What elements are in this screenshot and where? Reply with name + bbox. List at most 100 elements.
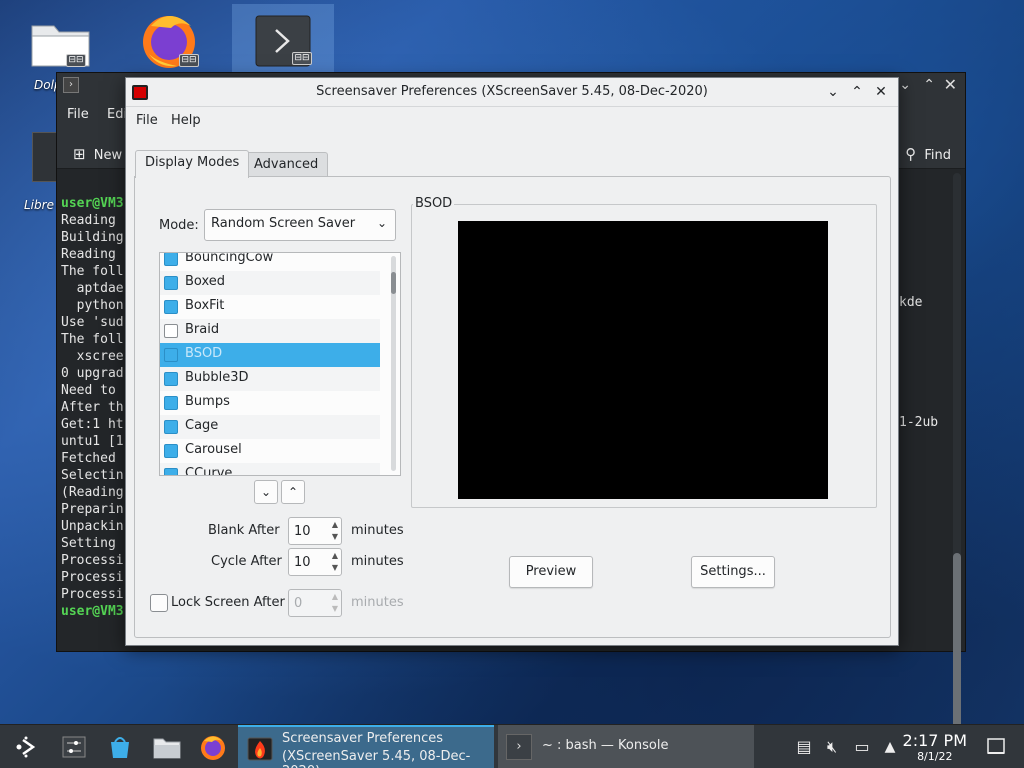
- list-item-checkbox[interactable]: [164, 420, 178, 434]
- settings-icon[interactable]: [60, 733, 88, 761]
- move-up-button[interactable]: ⌃: [281, 480, 305, 504]
- spin-arrows-icon[interactable]: ▲ ▼: [332, 519, 338, 543]
- konsole-new-tab-button[interactable]: ⊞ New: [73, 145, 122, 163]
- list-item[interactable]: CCurve: [160, 463, 380, 476]
- discover-store-icon[interactable]: [106, 733, 134, 761]
- blank-after-spinbox[interactable]: 10 ▲ ▼: [288, 517, 342, 545]
- spin-arrows-icon[interactable]: ▲ ▼: [332, 550, 338, 574]
- list-item-label: Bubble3D: [185, 370, 249, 385]
- terminal-line: Unpackin: [61, 519, 124, 534]
- task-screensaver-preferences[interactable]: Screensaver Preferences (XScreenSaver 5.…: [238, 725, 494, 768]
- list-item-label: CCurve: [185, 466, 233, 476]
- blank-after-label: Blank After: [208, 523, 280, 538]
- terminal-icon: ›: [506, 734, 532, 760]
- terminal-line: Use 'sud: [61, 315, 124, 330]
- new-tab-label: New: [93, 148, 123, 163]
- terminal-line: Setting: [61, 536, 124, 551]
- screensaver-list[interactable]: CCurve Carousel Cage Bumps Bubble3D BSOD Braid…: [159, 252, 401, 476]
- clipboard-icon[interactable]: ▤: [790, 733, 818, 761]
- task-title-line1: Screensaver Preferences: [282, 731, 444, 746]
- list-item-checkbox[interactable]: [164, 300, 178, 314]
- firefox-icon[interactable]: [198, 733, 226, 761]
- chevron-up-icon: ⌃: [287, 485, 299, 499]
- blank-after-value: 10: [294, 524, 311, 539]
- list-item[interactable]: BSOD: [160, 343, 380, 367]
- menu-file[interactable]: File: [136, 113, 158, 128]
- terminal-desktop-icon[interactable]: ⊟⊟: [232, 4, 334, 72]
- mode-dropdown[interactable]: Random Screen Saver ⌄: [204, 209, 396, 241]
- tab-display-modes[interactable]: Display Modes: [135, 150, 250, 178]
- terminal-text-fragment: 1-2ub: [899, 415, 939, 430]
- terminal-line: (Reading: [61, 485, 124, 500]
- terminal-line: Processi: [61, 553, 124, 568]
- tab-advanced[interactable]: Advanced: [244, 152, 329, 178]
- terminal-line: python: [61, 298, 124, 313]
- task-title-line2: (XScreenSaver 5.45, 08-Dec-2020): [282, 749, 471, 768]
- list-item-checkbox[interactable]: [164, 396, 178, 410]
- konsole-close-icon[interactable]: ✕: [944, 75, 957, 94]
- menu-help[interactable]: Help: [171, 113, 201, 128]
- list-item[interactable]: Carousel: [160, 439, 380, 463]
- list-item-checkbox[interactable]: [164, 444, 178, 458]
- clock[interactable]: 2:17 PM 8/1/22: [903, 731, 967, 763]
- preview-screen: [458, 221, 828, 499]
- screensaver-preferences-window[interactable]: Screensaver Preferences (XScreenSaver 5.…: [125, 77, 899, 646]
- lock-after-spinbox[interactable]: 0 ▲ ▼: [288, 589, 342, 617]
- spin-arrows-icon: ▲ ▼: [331, 592, 338, 613]
- clock-time: 2:17 PM: [902, 731, 967, 750]
- blank-after-unit: minutes: [351, 523, 404, 538]
- list-item[interactable]: Bumps: [160, 391, 380, 415]
- konsole-scrollbar[interactable]: [953, 173, 961, 743]
- preview-button[interactable]: Preview: [509, 556, 593, 588]
- list-item-checkbox[interactable]: [164, 348, 178, 362]
- terminal-line: The foll: [61, 264, 124, 279]
- list-item[interactable]: Cage: [160, 415, 380, 439]
- terminal-line: Reading: [61, 247, 124, 262]
- network-icon[interactable]: ▭: [848, 733, 876, 761]
- task-konsole[interactable]: › ~ : bash — Konsole: [498, 725, 754, 768]
- taskbar: Screensaver Preferences (XScreenSaver 5.…: [0, 724, 1024, 768]
- application-launcher-icon[interactable]: [12, 733, 40, 761]
- clock-date: 8/1/22: [917, 750, 953, 763]
- chevron-down-icon: ⌄: [260, 485, 272, 499]
- list-item-label: BoxFit: [185, 298, 225, 313]
- konsole-scrollbar-thumb[interactable]: [953, 553, 961, 743]
- konsole-find-button[interactable]: ⚲ Find: [905, 145, 951, 163]
- list-item-checkbox[interactable]: [164, 324, 178, 338]
- system-tray-expand-icon[interactable]: ▲: [876, 733, 904, 761]
- list-scrollbar[interactable]: [391, 256, 396, 471]
- maximize-icon[interactable]: ⌃: [848, 83, 866, 101]
- terminal-output[interactable]: user@VM3 Reading Building Reading The foll…: [61, 195, 124, 620]
- list-scrollbar-thumb[interactable]: [391, 272, 396, 294]
- list-item-label: Boxed: [185, 274, 226, 289]
- list-item-label: Braid: [185, 322, 220, 337]
- konsole-menu-file[interactable]: File: [67, 107, 89, 122]
- dialog-titlebar[interactable]: Screensaver Preferences (XScreenSaver 5.…: [126, 78, 898, 107]
- konsole-minimize-icon[interactable]: ⌄: [899, 77, 911, 93]
- list-item[interactable]: BoxFit: [160, 295, 380, 319]
- terminal-line: Need to: [61, 383, 124, 398]
- terminal-line: aptdae: [61, 281, 124, 296]
- terminal-line: 0 upgrad: [61, 366, 124, 381]
- folder-icon[interactable]: [152, 733, 181, 761]
- minimize-icon[interactable]: ⌄: [824, 83, 842, 101]
- list-item[interactable]: Boxed: [160, 271, 380, 295]
- list-item[interactable]: Braid: [160, 319, 380, 343]
- close-icon[interactable]: ✕: [872, 83, 890, 101]
- move-down-button[interactable]: ⌄: [254, 480, 278, 504]
- konsole-maximize-icon[interactable]: ⌃: [923, 77, 935, 93]
- volume-muted-icon[interactable]: 🔇︎: [818, 733, 846, 761]
- list-item-checkbox[interactable]: [164, 468, 178, 475]
- lock-screen-checkbox[interactable]: [150, 594, 168, 612]
- list-item-checkbox[interactable]: [164, 372, 178, 386]
- list-item-checkbox[interactable]: [164, 253, 178, 266]
- lock-after-unit: minutes: [351, 595, 404, 610]
- link-badge-icon: ⊟⊟: [292, 52, 312, 65]
- cycle-after-spinbox[interactable]: 10 ▲ ▼: [288, 548, 342, 576]
- list-item-checkbox[interactable]: [164, 276, 178, 290]
- xscreensaver-flame-icon: [247, 737, 273, 761]
- show-desktop-icon[interactable]: [984, 734, 1010, 760]
- settings-button[interactable]: Settings...: [691, 556, 775, 588]
- list-item[interactable]: BouncingCow: [160, 253, 380, 271]
- list-item[interactable]: Bubble3D: [160, 367, 380, 391]
